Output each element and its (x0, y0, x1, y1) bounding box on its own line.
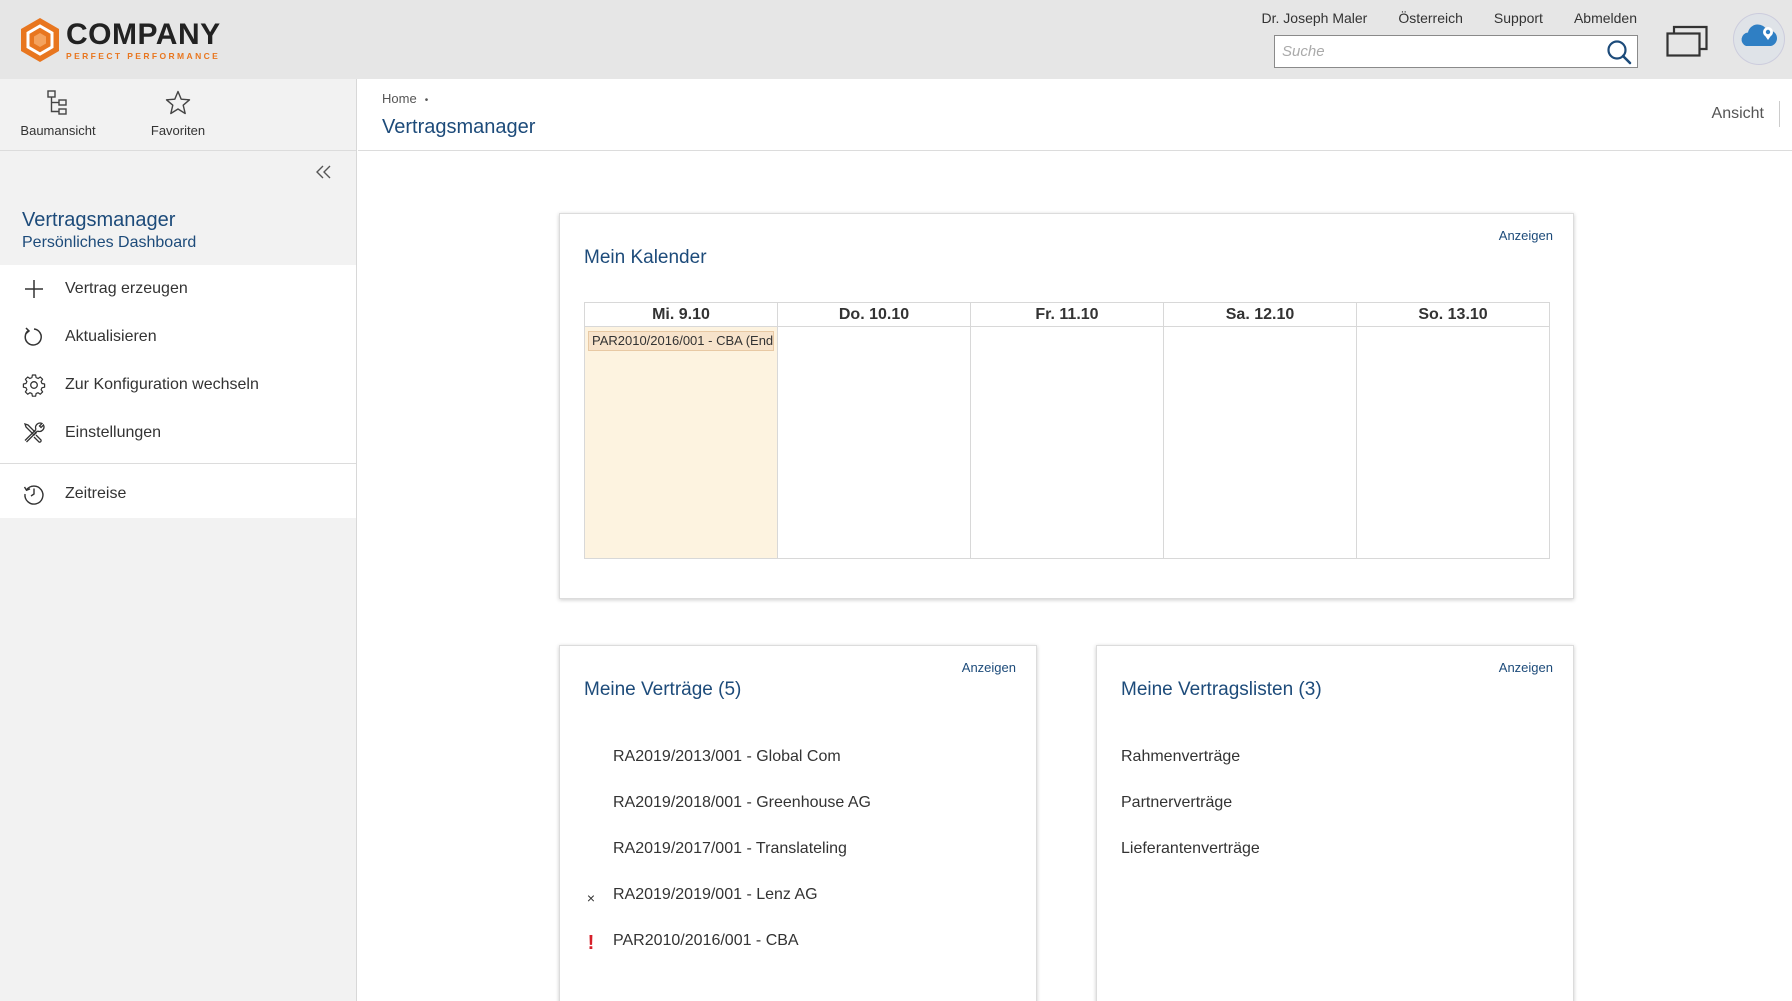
top-navigation: Dr. Joseph Maler Österreich Support Abme… (1262, 10, 1638, 26)
contract-label: RA2019/2019/001 - Lenz AG (613, 886, 818, 903)
tree-view-label: Baumansicht (20, 123, 96, 138)
sidebar-item-refresh[interactable]: Aktualisieren (0, 313, 356, 361)
sidebar-toolbar: Baumansicht Favoriten (0, 79, 356, 151)
contracts-title: Meine Verträge (5) (584, 679, 742, 700)
calendar-day-body[interactable] (971, 327, 1163, 558)
sidebar-item-label: Aktualisieren (65, 328, 157, 345)
list-item[interactable]: ! PAR2010/2016/001 - CBA (560, 930, 1036, 976)
calendar-show-link[interactable]: Anzeigen (1499, 228, 1553, 243)
calendar-event[interactable]: PAR2010/2016/001 - CBA (Ende) (588, 331, 774, 351)
logout-link[interactable]: Abmelden (1574, 10, 1637, 26)
tree-structure-icon (47, 90, 67, 115)
calendar-day-body[interactable] (1357, 327, 1549, 558)
country-link[interactable]: Österreich (1398, 10, 1463, 26)
avatar[interactable] (1734, 14, 1784, 64)
calendar-day-column[interactable]: Fr. 11.10 (971, 303, 1164, 558)
contract-label: RA2019/2017/001 - Translateling (613, 840, 847, 857)
calendar-day-body[interactable] (778, 327, 970, 558)
sidebar-item-label: Zur Konfiguration wechseln (65, 376, 259, 393)
calendar-day-column[interactable]: So. 13.10 (1357, 303, 1549, 558)
calendar-day-column[interactable]: Do. 10.10 (778, 303, 971, 558)
breadcrumb-home-link[interactable]: Home (382, 91, 417, 106)
sidebar-item-label: Einstellungen (65, 424, 162, 441)
support-link[interactable]: Support (1494, 10, 1543, 26)
warning-icon: ! (587, 932, 595, 954)
contract-list-label: Rahmenverträge (1121, 748, 1241, 765)
calendar-day-header: Sa. 12.10 (1164, 303, 1356, 327)
cloud-location-icon (1741, 24, 1778, 46)
contracts-list: RA2019/2013/001 - Global Com RA2019/2018… (560, 746, 1036, 976)
favorites-button[interactable]: Favoriten (118, 89, 238, 138)
calendar-card: Anzeigen Mein Kalender Mi. 9.10 PAR2010/… (559, 213, 1574, 599)
list-item[interactable]: RA2019/2018/001 - Greenhouse AG (560, 792, 1036, 838)
tree-view-button[interactable]: Baumansicht (0, 89, 118, 138)
hexagon-logo-icon (21, 18, 59, 62)
contract-lists-show-link[interactable]: Anzeigen (1499, 660, 1553, 675)
sidebar-item-configuration[interactable]: Zur Konfiguration wechseln (0, 361, 356, 409)
sidebar-item-label: Zeitreise (65, 485, 127, 502)
calendar-day-header: Mi. 9.10 (585, 303, 777, 327)
calendar-day-header: So. 13.10 (1357, 303, 1549, 327)
contracts-show-link[interactable]: Anzeigen (962, 660, 1016, 675)
brand-name: COMPANY (66, 17, 221, 51)
company-logo[interactable]: COMPANY PERFECT PERFORMANCE (20, 17, 221, 63)
clock-history-icon (23, 485, 44, 505)
my-contracts-card: Anzeigen Meine Verträge (5) RA2019/2013/… (559, 645, 1037, 1001)
list-item[interactable]: RA2019/2013/001 - Global Com (560, 746, 1036, 792)
contract-lists-list: Rahmenverträge Partnerverträge Lieferant… (1097, 746, 1573, 884)
search-input[interactable] (1275, 36, 1605, 67)
sidebar-subtitle: Persönliches Dashboard (22, 234, 197, 251)
calendar-day-column[interactable]: Sa. 12.10 (1164, 303, 1357, 558)
contract-list-label: Lieferantenverträge (1121, 840, 1260, 857)
calendar-day-header: Do. 10.10 (778, 303, 970, 327)
my-contract-lists-card: Anzeigen Meine Vertragslisten (3) Rahmen… (1096, 645, 1574, 1001)
calendar-day-header: Fr. 11.10 (971, 303, 1163, 327)
sidebar-item-settings[interactable]: Einstellungen (0, 409, 356, 457)
list-item[interactable]: Rahmenverträge (1097, 746, 1573, 792)
windows-icon[interactable] (1666, 25, 1708, 57)
gear-icon (22, 374, 46, 397)
app-header: COMPANY PERFECT PERFORMANCE Dr. Joseph M… (0, 0, 1792, 79)
favorites-label: Favoriten (150, 123, 206, 138)
list-item[interactable]: RA2019/2017/001 - Translateling (560, 838, 1036, 884)
sidebar-item-label: Vertrag erzeugen (65, 280, 188, 297)
star-icon (165, 90, 191, 115)
contract-label: PAR2010/2016/001 - CBA (613, 932, 799, 949)
contract-label: RA2019/2013/001 - Global Com (613, 748, 841, 765)
search-icon[interactable] (1605, 38, 1633, 66)
list-item[interactable]: Partnerverträge (1097, 792, 1573, 838)
brand-tagline: PERFECT PERFORMANCE (66, 50, 221, 61)
collapse-sidebar-icon[interactable] (314, 163, 334, 181)
logo-text: COMPANY PERFECT PERFORMANCE (66, 17, 221, 61)
sidebar-item-timetravel[interactable]: Zeitreise (0, 470, 356, 518)
breadcrumb-separator: • (424, 95, 429, 106)
plus-icon (25, 280, 43, 298)
calendar-day-body[interactable]: PAR2010/2016/001 - CBA (Ende) (585, 327, 777, 558)
search-box (1274, 35, 1638, 68)
sidebar-heading: Vertragsmanager Persönliches Dashboard (22, 209, 196, 252)
user-name-link[interactable]: Dr. Joseph Maler (1262, 10, 1368, 26)
calendar-day-column[interactable]: Mi. 9.10 PAR2010/2016/001 - CBA (Ende) (585, 303, 778, 558)
view-button[interactable]: Ansicht (1712, 105, 1764, 123)
calendar-title: Mein Kalender (584, 247, 707, 268)
refresh-icon (24, 327, 42, 346)
list-item[interactable]: × RA2019/2019/001 - Lenz AG (560, 884, 1036, 930)
close-icon[interactable]: × (584, 890, 598, 906)
tools-icon (23, 422, 45, 443)
calendar-grid: Mi. 9.10 PAR2010/2016/001 - CBA (Ende) D… (584, 302, 1550, 559)
page-title: Vertragsmanager (382, 116, 536, 138)
sidebar: Baumansicht Favoriten Vertragsmanager Pe… (0, 79, 357, 1001)
view-divider (1779, 101, 1780, 127)
sidebar-divider (0, 463, 356, 464)
sidebar-menu: Vertrag erzeugen Aktualisieren Zur Konfi… (0, 265, 356, 518)
breadcrumb: Home • (382, 91, 428, 106)
contract-list-label: Partnerverträge (1121, 794, 1233, 811)
sidebar-item-create-contract[interactable]: Vertrag erzeugen (0, 265, 356, 313)
contract-lists-title: Meine Vertragslisten (3) (1121, 679, 1322, 700)
contract-label: RA2019/2018/001 - Greenhouse AG (613, 794, 871, 811)
calendar-day-body[interactable] (1164, 327, 1356, 558)
list-item[interactable]: Lieferantenverträge (1097, 838, 1573, 884)
main-header: Home • Vertragsmanager Ansicht (358, 79, 1792, 151)
sidebar-title: Vertragsmanager (22, 209, 176, 231)
